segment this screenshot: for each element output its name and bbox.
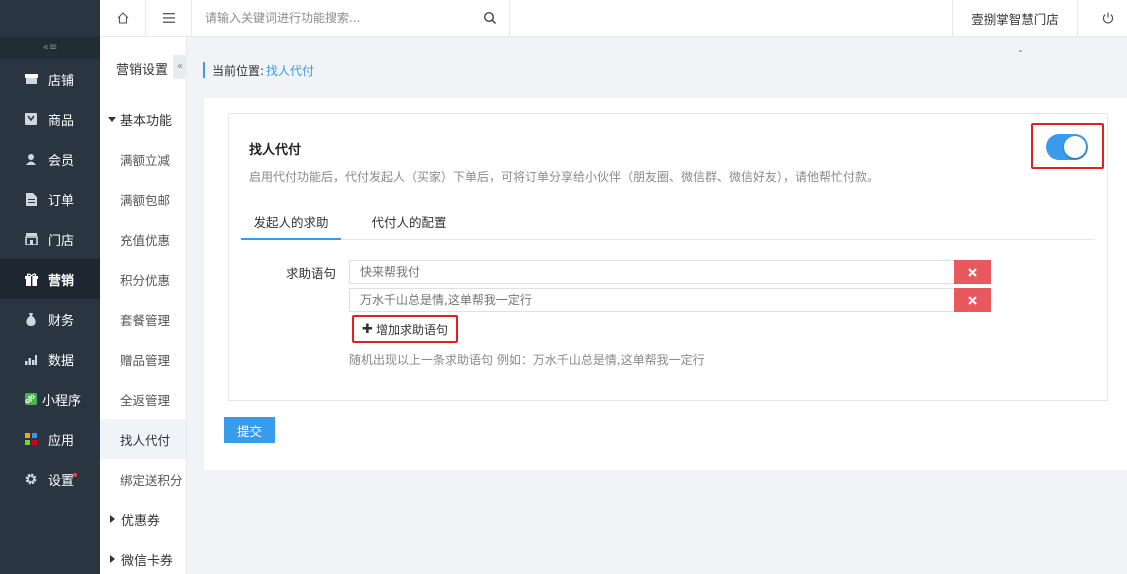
caret-down-icon bbox=[108, 116, 116, 122]
breadcrumb: 当前位置: 找人代付 bbox=[203, 62, 314, 78]
sidebar-item-label: 营销 bbox=[48, 273, 75, 289]
add-phrase-button[interactable]: ✚ 增加求助语句 bbox=[356, 319, 454, 339]
help-hint: 随机出现以上一条求助语句 例如：万水千山总是情,这单帮我一定行 bbox=[349, 353, 705, 367]
sidebar-item-label: 数据 bbox=[48, 353, 75, 369]
member-icon bbox=[24, 152, 38, 166]
submenu-group-coupon[interactable]: 优惠券 bbox=[100, 499, 186, 539]
sidebar-item-label: 商品 bbox=[48, 113, 75, 129]
sidebar-item-miniapp[interactable]: 小程序 bbox=[0, 379, 100, 419]
submenu-item[interactable]: 套餐管理 bbox=[100, 299, 186, 339]
notification-dot bbox=[73, 473, 77, 477]
submenu-item[interactable]: 全返管理 bbox=[100, 379, 186, 419]
submenu-group-label: 微信卡券 bbox=[121, 553, 174, 569]
home-button[interactable] bbox=[100, 0, 146, 36]
caret-right-icon bbox=[110, 555, 115, 563]
sidebar-collapse-toggle[interactable]: «≡ bbox=[0, 37, 100, 59]
add-phrase-label: 增加求助语句 bbox=[375, 322, 448, 337]
sidebar-item-order[interactable]: 订单 bbox=[0, 179, 100, 219]
marketing-submenu: 营销设置 « 基本功能 满额立减 满额包邮 充值优惠 积分优惠 套餐管理 赠品管… bbox=[100, 37, 187, 574]
caret-right-icon bbox=[110, 515, 115, 523]
toggle-knob bbox=[1064, 136, 1086, 158]
sidebar-item-label: 会员 bbox=[48, 153, 75, 169]
menu-button[interactable] bbox=[146, 0, 192, 36]
tab-initiator[interactable]: 发起人的求助 bbox=[241, 208, 341, 240]
submenu-item[interactable]: 满额立减 bbox=[100, 139, 186, 179]
shop-icon bbox=[24, 232, 38, 246]
delete-phrase-button[interactable] bbox=[954, 260, 991, 284]
submenu-group-basic[interactable]: 基本功能 bbox=[100, 99, 186, 139]
store-icon bbox=[24, 72, 38, 86]
plus-icon: ✚ bbox=[362, 321, 373, 337]
sidebar-item-label: 小程序 bbox=[42, 393, 82, 409]
submit-button[interactable]: 提交 bbox=[224, 417, 275, 443]
sidebar-item-finance[interactable]: 财务 bbox=[0, 299, 100, 339]
enable-toggle[interactable] bbox=[1046, 134, 1088, 160]
submenu-item[interactable]: 充值优惠 bbox=[100, 219, 186, 259]
feature-title: 找人代付 bbox=[249, 143, 302, 158]
sidebar-item-marketing[interactable]: 营销 bbox=[0, 259, 100, 299]
tab-payer[interactable]: 代付人的配置 bbox=[361, 208, 457, 240]
delete-phrase-button[interactable] bbox=[954, 288, 991, 312]
miniapp-icon bbox=[24, 392, 38, 406]
chart-icon bbox=[24, 352, 38, 366]
sidebar-item-label: 应用 bbox=[48, 433, 75, 449]
sidebar-item-label: 门店 bbox=[48, 233, 75, 249]
sidebar-item-store[interactable]: 店铺 bbox=[0, 59, 100, 99]
search-icon[interactable] bbox=[483, 11, 497, 25]
help-phrase-input-2[interactable] bbox=[349, 288, 955, 312]
sidebar-item-member[interactable]: 会员 bbox=[0, 139, 100, 179]
breadcrumb-prefix: 当前位置: bbox=[212, 63, 265, 78]
sidebar-item-label: 财务 bbox=[48, 313, 75, 329]
top-bar: 壹捌掌智慧门店 bbox=[100, 0, 1127, 37]
submenu-group-label: 优惠券 bbox=[121, 513, 161, 529]
gear-icon bbox=[24, 472, 38, 486]
help-phrase-input-1[interactable] bbox=[349, 260, 955, 284]
goods-icon bbox=[24, 112, 38, 126]
submenu-title: 营销设置 « bbox=[100, 37, 187, 99]
order-icon bbox=[24, 192, 38, 206]
search-box bbox=[192, 0, 510, 36]
chevron-down-icon[interactable]: ˇ bbox=[1018, 50, 1023, 61]
submenu-item[interactable]: 满额包邮 bbox=[100, 179, 186, 219]
gift-icon bbox=[24, 272, 38, 286]
search-input[interactable] bbox=[192, 0, 509, 36]
config-tabs: 发起人的求助 代付人的配置 bbox=[241, 208, 1095, 240]
submenu-item[interactable]: 赠品管理 bbox=[100, 339, 186, 379]
feature-description: 启用代付功能后，代付发起人（买家）下单后，可将订单分享给小伙伴（朋友圈、微信群、… bbox=[249, 170, 880, 184]
sidebar-item-label: 店铺 bbox=[48, 73, 75, 89]
submenu-fold-toggle[interactable]: « bbox=[173, 55, 187, 79]
sidebar-item-data[interactable]: 数据 bbox=[0, 339, 100, 379]
store-name[interactable]: 壹捌掌智慧门店 bbox=[952, 0, 1078, 36]
help-phrase-label: 求助语句 bbox=[286, 266, 337, 281]
home-icon bbox=[117, 12, 128, 24]
breadcrumb-current[interactable]: 找人代付 bbox=[266, 62, 314, 79]
submenu-group-label: 基本功能 bbox=[120, 113, 173, 129]
submenu-item[interactable]: 绑定送积分 bbox=[100, 459, 186, 499]
submenu-group-wechat-card[interactable]: 微信卡券 bbox=[100, 539, 186, 574]
sidebar-top bbox=[0, 0, 100, 37]
menu-icon bbox=[162, 13, 175, 23]
sidebar-item-apps[interactable]: 应用 bbox=[0, 419, 100, 459]
sidebar-item-goods[interactable]: 商品 bbox=[0, 99, 100, 139]
close-icon bbox=[968, 267, 977, 277]
submenu-item[interactable]: 积分优惠 bbox=[100, 259, 186, 299]
power-icon[interactable] bbox=[1100, 10, 1116, 26]
finance-icon bbox=[24, 312, 38, 326]
main-sidebar: «≡ 店铺 商品 会员 订单 门店 营销 财务 数据 小程序 应用 设置 bbox=[0, 0, 100, 574]
apps-icon bbox=[24, 432, 38, 446]
submenu-item-active[interactable]: 找人代付 bbox=[100, 419, 186, 459]
submenu-title-text: 营销设置 bbox=[116, 62, 169, 78]
sidebar-item-label: 订单 bbox=[48, 193, 75, 209]
sidebar-item-settings[interactable]: 设置 bbox=[0, 459, 100, 499]
close-icon bbox=[968, 295, 977, 305]
sidebar-item-label: 设置 bbox=[48, 473, 75, 489]
sidebar-item-shop[interactable]: 门店 bbox=[0, 219, 100, 259]
